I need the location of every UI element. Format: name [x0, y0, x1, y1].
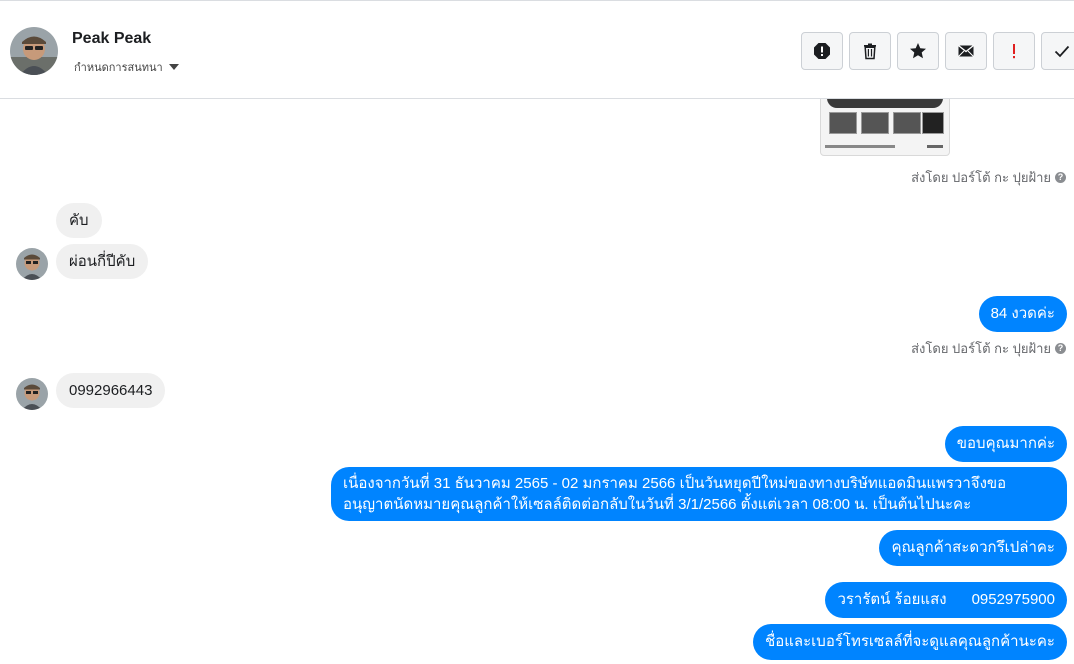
help-icon[interactable]: ?: [1055, 172, 1066, 183]
assign-label: กำหนดการสนทนา: [74, 62, 163, 74]
assign-conversation-dropdown[interactable]: กำหนดการสนทนา: [74, 58, 179, 76]
outgoing-message: 84 งวดค่ะ: [978, 296, 1067, 332]
star-button[interactable]: [897, 32, 939, 70]
message-thread[interactable]: ส่งโดย ปอร์โต้ กะ ปุยฝ้าย ? คับ ผ่อนกี่ป…: [0, 99, 1074, 664]
sent-by-label: ส่งโดย ปอร์โต้ กะ ปุยฝ้าย ?: [911, 167, 1066, 188]
outgoing-message: คุณลูกค้าสะดวกรึเปล่าคะ: [879, 530, 1067, 566]
mark-done-button[interactable]: [1041, 32, 1074, 70]
outgoing-message: ขอบคุณมากค่ะ: [944, 426, 1067, 462]
incoming-message: คับ: [56, 203, 102, 238]
contact-avatar-small: [16, 378, 48, 410]
mark-spam-button[interactable]: [801, 32, 843, 70]
incoming-message: ผ่อนกี่ปีคับ: [56, 244, 149, 279]
outgoing-message: ชื่อและเบอร์โทรเซลล์ที่จะดูแลคุณลูกค้านะ…: [753, 624, 1067, 660]
delete-button[interactable]: [849, 32, 891, 70]
shared-image-thumbnail[interactable]: [820, 99, 950, 156]
chevron-down-icon: [168, 64, 179, 70]
help-icon[interactable]: ?: [1055, 343, 1066, 354]
conversation-toolbar: [801, 32, 1074, 70]
check-icon: [1054, 45, 1070, 58]
star-icon: [910, 43, 926, 59]
follow-up-button[interactable]: [993, 32, 1035, 70]
incoming-message: 0992966443: [56, 373, 166, 408]
exclamation-icon: [1013, 44, 1015, 59]
sent-by-label: ส่งโดย ปอร์โต้ กะ ปุยฝ้าย ?: [911, 338, 1066, 359]
contact-avatar[interactable]: [10, 27, 58, 75]
contact-avatar-small: [16, 248, 48, 280]
contact-name: Peak Peak: [72, 30, 152, 47]
envelope-icon: [958, 44, 974, 57]
spam-icon: [814, 43, 830, 59]
outgoing-message: เนื่องจากวันที่ 31 ธันวาคม 2565 - 02 มกร…: [331, 467, 1067, 521]
conversation-header: Peak Peak กำหนดการสนทนา: [0, 3, 1074, 99]
mark-unread-button[interactable]: [945, 32, 987, 70]
outgoing-message: วรารัตน์ ร้อยแสง 0952975900: [825, 582, 1067, 618]
sent-by-text: ส่งโดย ปอร์โต้ กะ ปุยฝ้าย: [911, 170, 1051, 185]
sent-by-text: ส่งโดย ปอร์โต้ กะ ปุยฝ้าย: [911, 341, 1051, 356]
trash-icon: [864, 43, 876, 60]
